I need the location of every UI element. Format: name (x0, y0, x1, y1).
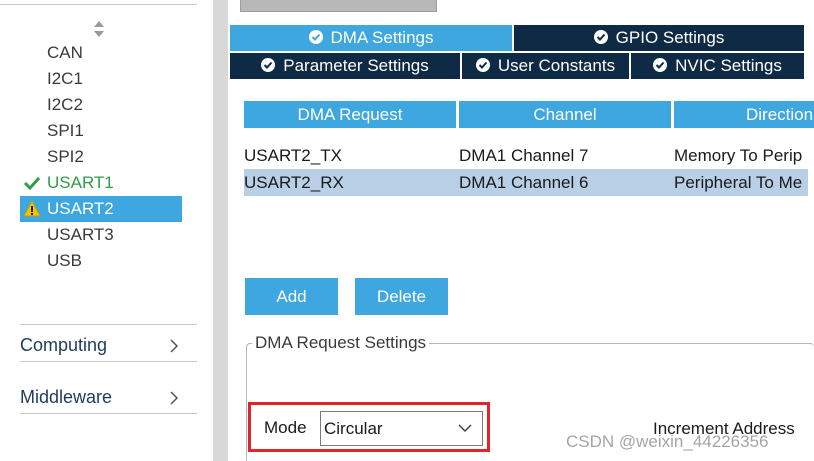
tab-label: Parameter Settings (283, 56, 429, 75)
check-circle-icon (475, 58, 490, 72)
warning-icon (23, 200, 41, 217)
sidebar-item-can[interactable]: CAN (20, 40, 182, 66)
sidebar-item-label: USB (47, 251, 82, 270)
tab-nvic-settings[interactable]: NVIC Settings (631, 53, 804, 79)
mode-selected-value: Circular (324, 419, 383, 438)
sidebar-item-usart1[interactable]: USART1 (20, 170, 182, 196)
category-divider (20, 361, 197, 362)
cell-request: USART2_TX (244, 146, 342, 165)
panel-divider[interactable] (213, 0, 228, 461)
sidebar-item-label: SPI2 (47, 147, 84, 166)
cell-direction: Memory To Perip (674, 146, 803, 165)
chevron-down-icon (458, 424, 472, 433)
check-circle-icon (653, 58, 668, 72)
category-label: Middleware (20, 387, 113, 407)
sidebar-item-i2c2[interactable]: I2C2 (20, 92, 182, 118)
peripheral-sidebar: CAN I2C1 I2C2 SPI1 SPI2 USART1 USART2 US… (0, 0, 213, 461)
column-header-dma-request[interactable]: DMA Request (244, 101, 456, 128)
check-circle-icon (593, 30, 608, 44)
check-circle-icon (261, 58, 276, 72)
add-button[interactable]: Add (245, 278, 338, 315)
cell-direction: Peripheral To Me (674, 173, 803, 192)
chevron-right-icon (170, 339, 179, 353)
sidebar-item-spi1[interactable]: SPI1 (20, 118, 182, 144)
sidebar-item-usart2[interactable]: USART2 (20, 196, 182, 222)
watermark: CSDN @weixin_44226356 (566, 432, 769, 451)
tab-label: NVIC Settings (675, 56, 782, 75)
sidebar-item-label: I2C2 (47, 95, 83, 114)
group-title: DMA Request Settings (252, 332, 430, 354)
check-circle-icon (308, 30, 323, 44)
top-button[interactable] (240, 0, 437, 12)
category-label: Computing (20, 335, 108, 355)
tab-parameter-settings[interactable]: Parameter Settings (230, 53, 460, 79)
sidebar-item-usb[interactable]: USB (20, 248, 182, 274)
sidebar-item-i2c1[interactable]: I2C1 (20, 66, 182, 92)
chevron-right-icon (170, 391, 179, 405)
sidebar-item-label: USART3 (47, 225, 114, 244)
tab-label: GPIO Settings (615, 28, 725, 47)
delete-button[interactable]: Delete (355, 278, 448, 315)
sidebar-top-divider (0, 4, 197, 5)
table-row[interactable]: USART2_RX DMA1 Channel 6 Peripheral To M… (244, 169, 808, 196)
sidebar-item-label: SPI1 (47, 121, 84, 140)
table-row[interactable]: USART2_TX DMA1 Channel 7 Memory To Perip (244, 142, 808, 169)
tab-gpio-settings[interactable]: GPIO Settings (514, 25, 804, 51)
sidebar-item-label: I2C1 (47, 69, 83, 88)
category-middleware[interactable]: Middleware (20, 382, 197, 412)
column-header-direction[interactable]: Direction (674, 101, 814, 128)
category-computing[interactable]: Computing (20, 330, 197, 360)
sort-icon[interactable] (93, 21, 105, 37)
sidebar-item-label: USART1 (47, 173, 114, 192)
sidebar-item-label: CAN (47, 43, 83, 62)
sidebar-item-spi2[interactable]: SPI2 (20, 144, 182, 170)
sidebar-item-usart3[interactable]: USART3 (20, 222, 182, 248)
tab-label: DMA Settings (330, 28, 434, 47)
tab-dma-settings[interactable]: DMA Settings (230, 25, 512, 51)
column-header-channel[interactable]: Channel (459, 101, 671, 128)
mode-label: Mode (264, 418, 307, 437)
cell-request: USART2_RX (244, 173, 344, 192)
category-divider (20, 413, 197, 414)
tab-label: User Constants (497, 56, 616, 75)
checkmark-icon (23, 176, 41, 191)
sidebar-item-label: USART2 (47, 199, 114, 218)
tab-user-constants[interactable]: User Constants (462, 53, 629, 79)
cell-channel: DMA1 Channel 7 (459, 146, 589, 165)
cell-channel: DMA1 Channel 6 (459, 173, 589, 192)
category-divider (20, 324, 197, 325)
configuration-panel: DMA Settings GPIO Settings Parameter Set… (228, 0, 814, 461)
mode-dropdown[interactable]: Circular (320, 411, 483, 446)
